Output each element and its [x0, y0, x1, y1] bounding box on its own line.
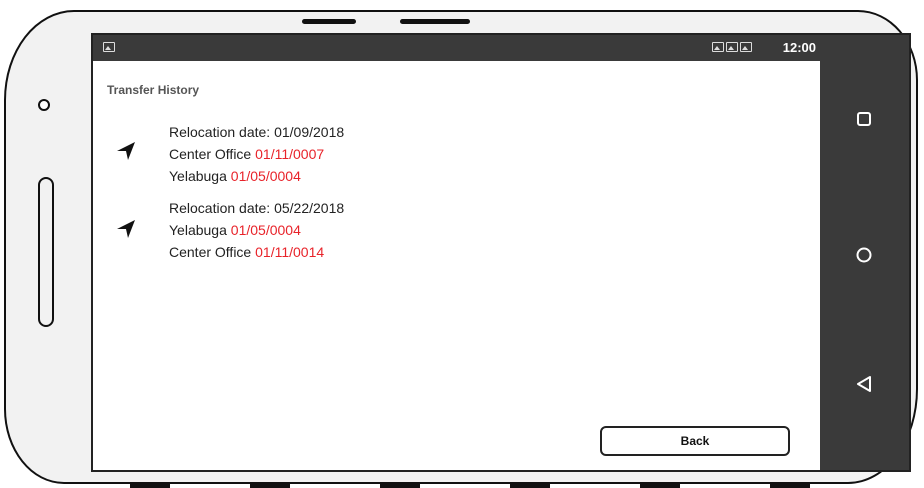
- bottom-edge: [770, 482, 810, 488]
- back-nav-button[interactable]: [840, 364, 888, 404]
- circle-icon: [856, 247, 872, 263]
- status-bar: 12:00: [93, 35, 822, 61]
- location-code: 01/11/0007: [255, 146, 325, 162]
- square-icon: [857, 112, 871, 126]
- navigation-bar: [820, 35, 909, 470]
- transfer-entry: Relocation date: 01/09/2018 Center Offic…: [169, 121, 344, 187]
- left-side-button: [38, 177, 54, 327]
- image-icon: [103, 42, 115, 52]
- location-name: Center Office: [169, 244, 252, 260]
- recent-apps-button[interactable]: [840, 99, 888, 139]
- navigation-arrow-icon: [117, 142, 135, 160]
- image-icon: [740, 42, 752, 52]
- relocation-date: Relocation date: 01/09/2018: [169, 124, 345, 140]
- transfer-move: Yelabuga 01/05/0004: [169, 219, 344, 241]
- relocation-date: Relocation date: 05/22/2018: [169, 200, 345, 216]
- bottom-edge: [510, 482, 550, 488]
- transfer-entry: Relocation date: 05/22/2018 Yelabuga 01/…: [169, 197, 344, 263]
- image-icon: [726, 42, 738, 52]
- back-triangle-icon: [857, 376, 871, 392]
- bottom-edge: [380, 482, 420, 488]
- top-speaker: [302, 19, 356, 24]
- top-button: [400, 19, 470, 24]
- bottom-edge: [130, 482, 170, 488]
- location-name: Center Office: [169, 146, 252, 162]
- location-code: 01/11/0014: [255, 244, 325, 260]
- image-icon: [712, 42, 724, 52]
- front-camera: [38, 99, 50, 111]
- location-code: 01/05/0004: [230, 222, 301, 238]
- status-time: 12:00: [782, 40, 816, 55]
- location-name: Yelabuga: [169, 222, 227, 238]
- bottom-edge: [640, 482, 680, 488]
- transfer-move: Center Office 01/11/0014: [169, 241, 344, 263]
- page-title: Transfer History: [107, 83, 200, 97]
- navigation-arrow-icon: [117, 220, 135, 238]
- bottom-edge: [250, 482, 290, 488]
- home-button[interactable]: [840, 235, 888, 275]
- back-button[interactable]: Back: [600, 426, 790, 456]
- location-code: 01/05/0004: [230, 168, 301, 184]
- screen: 12:00 Transfer History Relocation date: …: [91, 33, 911, 472]
- transfer-move: Yelabuga 01/05/0004: [169, 165, 344, 187]
- transfer-move: Center Office 01/11/0007: [169, 143, 344, 165]
- location-name: Yelabuga: [169, 168, 227, 184]
